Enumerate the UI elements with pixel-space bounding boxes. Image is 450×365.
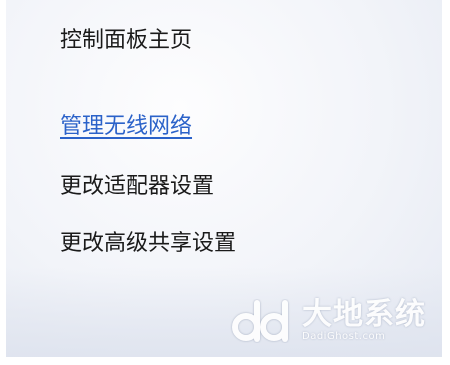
dd-logo-icon bbox=[232, 300, 288, 342]
sidebar-item-change-advanced-sharing-settings[interactable]: 更改高级共享设置 bbox=[60, 229, 236, 259]
watermark-brand-name: 大地系统 bbox=[302, 297, 426, 332]
watermark-text: 大地系统 DadiGhost.com bbox=[302, 299, 426, 343]
sidebar-item-change-adapter-settings[interactable]: 更改适配器设置 bbox=[60, 172, 214, 202]
sidebar-item-manage-wireless-networks[interactable]: 管理无线网络 bbox=[60, 112, 192, 142]
watermark: 大地系统 DadiGhost.com bbox=[230, 299, 426, 343]
sidebar-item-control-panel-home[interactable]: 控制面板主页 bbox=[60, 26, 192, 56]
control-panel-sidebar: 控制面板主页 管理无线网络 更改适配器设置 更改高级共享设置 大地系统 Dadi… bbox=[0, 0, 450, 365]
watermark-domain: DadiGhost.com bbox=[302, 331, 386, 342]
